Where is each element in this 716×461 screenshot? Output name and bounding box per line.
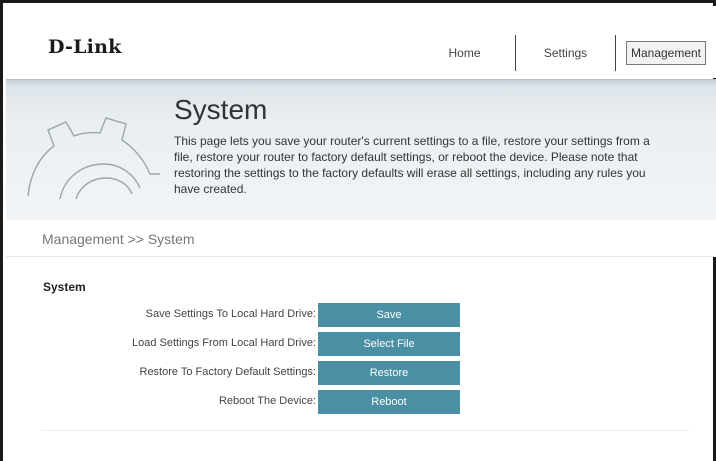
load-settings-row: Load Settings From Local Hard Drive: Sel… bbox=[3, 332, 716, 356]
top-nav: Home Settings Management bbox=[414, 34, 716, 72]
save-settings-label: Save Settings To Local Hard Drive: bbox=[145, 308, 316, 320]
dlink-logo[interactable]: D-Link bbox=[48, 36, 121, 58]
save-settings-row: Save Settings To Local Hard Drive: Save bbox=[3, 303, 716, 327]
breadcrumb-text: Management >> System bbox=[42, 231, 195, 247]
nav-home[interactable]: Home bbox=[414, 35, 516, 71]
reboot-row: Reboot The Device: Reboot bbox=[3, 390, 716, 414]
gear-icon bbox=[27, 117, 160, 200]
restore-defaults-label: Restore To Factory Default Settings: bbox=[139, 366, 317, 378]
select-file-button[interactable]: Select File bbox=[318, 332, 460, 356]
page-title: System bbox=[174, 94, 268, 125]
reboot-button[interactable]: Reboot bbox=[318, 390, 460, 414]
restore-defaults-row: Restore To Factory Default Settings: Res… bbox=[3, 361, 716, 385]
load-settings-label: Load Settings From Local Hard Drive: bbox=[131, 337, 316, 349]
header: D-Link Home Settings Management bbox=[6, 6, 716, 78]
nav-management-label: Management bbox=[625, 41, 707, 65]
divider bbox=[41, 430, 689, 431]
reboot-label: Reboot The Device: bbox=[218, 395, 316, 407]
nav-settings[interactable]: Settings bbox=[516, 35, 616, 71]
section-title: System bbox=[43, 280, 86, 294]
page-banner: System This page lets you save your rout… bbox=[6, 79, 716, 221]
save-button[interactable]: Save bbox=[318, 303, 460, 327]
restore-button[interactable]: Restore bbox=[318, 361, 460, 385]
page-description: This page lets you save your router's cu… bbox=[174, 134, 650, 196]
breadcrumb: Management >> System bbox=[6, 220, 716, 257]
nav-management[interactable]: Management bbox=[616, 35, 716, 71]
app-window: D-Link Home Settings Management System T… bbox=[0, 0, 716, 461]
